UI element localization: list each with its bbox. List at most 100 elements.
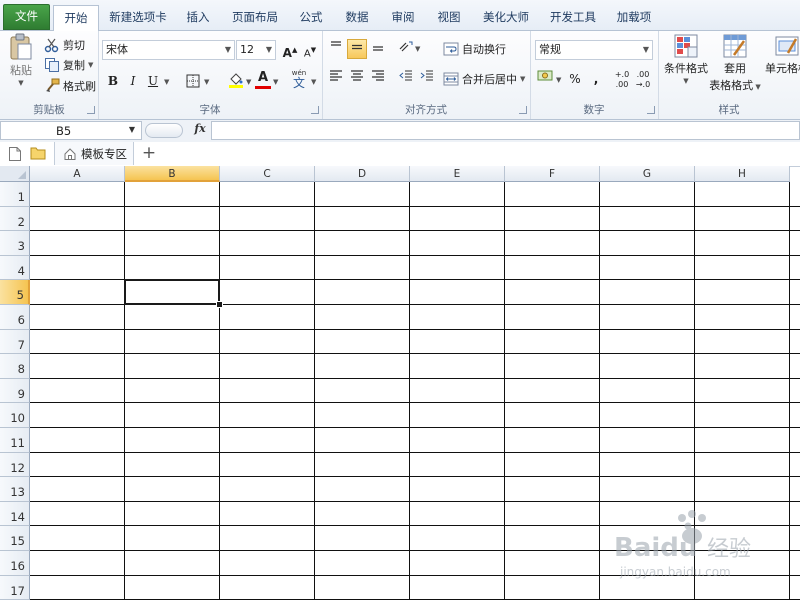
alignment-dialog-launcher[interactable] bbox=[519, 106, 527, 114]
insert-function-button[interactable]: fx bbox=[192, 122, 208, 139]
cell-styles-button[interactable]: 单元格样 bbox=[762, 33, 800, 95]
align-bottom-button[interactable] bbox=[368, 39, 388, 59]
row-header-6[interactable]: 6 bbox=[0, 305, 30, 330]
row-header-16[interactable]: 16 bbox=[0, 551, 30, 576]
conditional-formatting-button[interactable]: 条件格式 ▼ bbox=[661, 33, 711, 95]
conditional-formatting-icon bbox=[673, 33, 699, 59]
add-tab-button[interactable]: + bbox=[139, 142, 159, 165]
fill-handle[interactable] bbox=[216, 301, 223, 308]
cell-area[interactable] bbox=[30, 182, 800, 601]
column-header-e[interactable]: E bbox=[410, 166, 505, 182]
fill-color-button[interactable] bbox=[226, 71, 246, 91]
tab-insert[interactable]: 插入 bbox=[178, 5, 218, 29]
tab-add-ins[interactable]: 加载项 bbox=[610, 5, 658, 29]
font-dialog-launcher[interactable] bbox=[311, 106, 319, 114]
row-header-13[interactable]: 13 bbox=[0, 477, 30, 502]
decrease-decimal-button[interactable]: .00 →.0 bbox=[633, 69, 653, 89]
percent-button[interactable]: % bbox=[565, 69, 585, 89]
template-tab[interactable]: 模板专区 bbox=[54, 142, 134, 165]
open-folder-button[interactable] bbox=[30, 146, 46, 163]
column-header-b[interactable]: B bbox=[125, 166, 220, 182]
align-top-button[interactable] bbox=[326, 39, 346, 59]
underline-button[interactable]: U bbox=[143, 71, 163, 91]
column-header-h[interactable]: H bbox=[695, 166, 790, 182]
increase-indent-button[interactable] bbox=[417, 69, 437, 89]
column-header-c[interactable]: C bbox=[220, 166, 315, 182]
tab-formulas[interactable]: 公式 bbox=[292, 5, 330, 29]
fill-color-dropdown-icon[interactable]: ▼ bbox=[246, 78, 251, 86]
row-header-8[interactable]: 8 bbox=[0, 354, 30, 379]
name-box-dropdown-icon[interactable]: ▼ bbox=[129, 125, 135, 134]
borders-button[interactable] bbox=[183, 71, 203, 91]
comma-style-button[interactable]: , bbox=[586, 69, 606, 89]
tab-page-layout[interactable]: 页面布局 bbox=[226, 5, 284, 29]
row-header-7[interactable]: 7 bbox=[0, 329, 30, 355]
cut-button[interactable]: 剪切 bbox=[44, 35, 85, 55]
tab-review[interactable]: 审阅 bbox=[384, 5, 422, 29]
orientation-dropdown-icon[interactable]: ▼ bbox=[415, 45, 420, 53]
format-as-table-button[interactable]: 套用 表格格式 ▼ bbox=[708, 33, 762, 95]
formula-input[interactable] bbox=[211, 121, 800, 140]
wrap-text-button[interactable]: 自动换行 bbox=[443, 39, 506, 59]
format-painter-button[interactable]: 格式刷 bbox=[44, 76, 96, 96]
column-header-f[interactable]: F bbox=[505, 166, 600, 182]
tab-developer[interactable]: 开发工具 bbox=[544, 5, 602, 29]
new-document-button[interactable] bbox=[8, 146, 22, 165]
conditional-formatting-label: 条件格式 bbox=[664, 62, 708, 75]
row-header-3[interactable]: 3 bbox=[0, 231, 30, 256]
styles-group-label: 样式 bbox=[718, 104, 740, 116]
column-header-g[interactable]: G bbox=[600, 166, 695, 182]
increase-decimal-button[interactable]: +.0.00 bbox=[612, 69, 632, 89]
copy-button[interactable]: 复制 ▼ bbox=[44, 55, 93, 75]
accounting-format-button[interactable] bbox=[535, 69, 555, 89]
orientation-button[interactable] bbox=[396, 39, 416, 59]
column-header-a[interactable]: A bbox=[30, 166, 125, 182]
italic-button[interactable]: I bbox=[123, 71, 143, 91]
font-name-select[interactable]: 宋体 ▼ bbox=[102, 40, 235, 60]
row-header-9[interactable]: 9 bbox=[0, 378, 30, 404]
row-header-17[interactable]: 17 bbox=[0, 575, 30, 601]
accounting-dropdown-icon[interactable]: ▼ bbox=[556, 76, 561, 84]
active-cell-b5[interactable] bbox=[124, 279, 220, 305]
phonetic-dropdown-icon[interactable]: ▼ bbox=[311, 78, 316, 86]
row-header-1[interactable]: 1 bbox=[0, 182, 30, 207]
row-header-10[interactable]: 10 bbox=[0, 403, 30, 428]
number-dialog-launcher[interactable] bbox=[647, 106, 655, 114]
row-header-2[interactable]: 2 bbox=[0, 206, 30, 232]
tab-home[interactable]: 开始 bbox=[53, 5, 99, 32]
formula-bar-splitter[interactable] bbox=[145, 123, 183, 138]
align-center-button[interactable] bbox=[347, 69, 367, 89]
row-header-4[interactable]: 4 bbox=[0, 255, 30, 281]
tab-data[interactable]: 数据 bbox=[338, 5, 376, 29]
tab-beautify-master[interactable]: 美化大师 bbox=[476, 5, 536, 29]
row-header-14[interactable]: 14 bbox=[0, 501, 30, 527]
align-middle-button[interactable] bbox=[347, 39, 367, 59]
merge-center-button[interactable]: 合并后居中 ▼ bbox=[443, 69, 525, 89]
select-all-corner[interactable] bbox=[0, 166, 30, 182]
clipboard-dialog-launcher[interactable] bbox=[87, 106, 95, 114]
name-box[interactable]: B5 ▼ bbox=[0, 121, 142, 140]
font-color-dropdown-icon[interactable]: ▼ bbox=[273, 78, 278, 86]
paste-button[interactable]: 粘贴 ▼ bbox=[6, 33, 36, 89]
tab-file[interactable]: 文件 bbox=[3, 4, 50, 30]
row-gridline bbox=[30, 476, 800, 478]
grow-font-button[interactable]: A▲ bbox=[280, 40, 300, 60]
align-left-button[interactable] bbox=[326, 69, 346, 89]
align-right-button[interactable] bbox=[368, 69, 388, 89]
row-header-5[interactable]: 5 bbox=[0, 280, 30, 305]
row-header-11[interactable]: 11 bbox=[0, 428, 30, 453]
decrease-indent-button[interactable] bbox=[396, 69, 416, 89]
tab-new-tab[interactable]: 新建选项卡 bbox=[102, 5, 174, 29]
font-size-select[interactable]: 12 ▼ bbox=[236, 40, 276, 60]
number-format-select[interactable]: 常规 ▼ bbox=[535, 40, 653, 60]
phonetic-button[interactable]: wén 文 bbox=[288, 69, 310, 91]
row-header-15[interactable]: 15 bbox=[0, 526, 30, 551]
borders-dropdown-icon[interactable]: ▼ bbox=[204, 78, 209, 86]
column-header-d[interactable]: D bbox=[315, 166, 410, 182]
shrink-font-button[interactable]: A▼ bbox=[300, 40, 320, 60]
underline-dropdown-icon[interactable]: ▼ bbox=[164, 78, 169, 86]
row-header-12[interactable]: 12 bbox=[0, 452, 30, 478]
bold-button[interactable]: B bbox=[103, 71, 123, 91]
tab-view[interactable]: 视图 bbox=[430, 5, 468, 29]
font-color-button[interactable]: A bbox=[253, 69, 273, 91]
